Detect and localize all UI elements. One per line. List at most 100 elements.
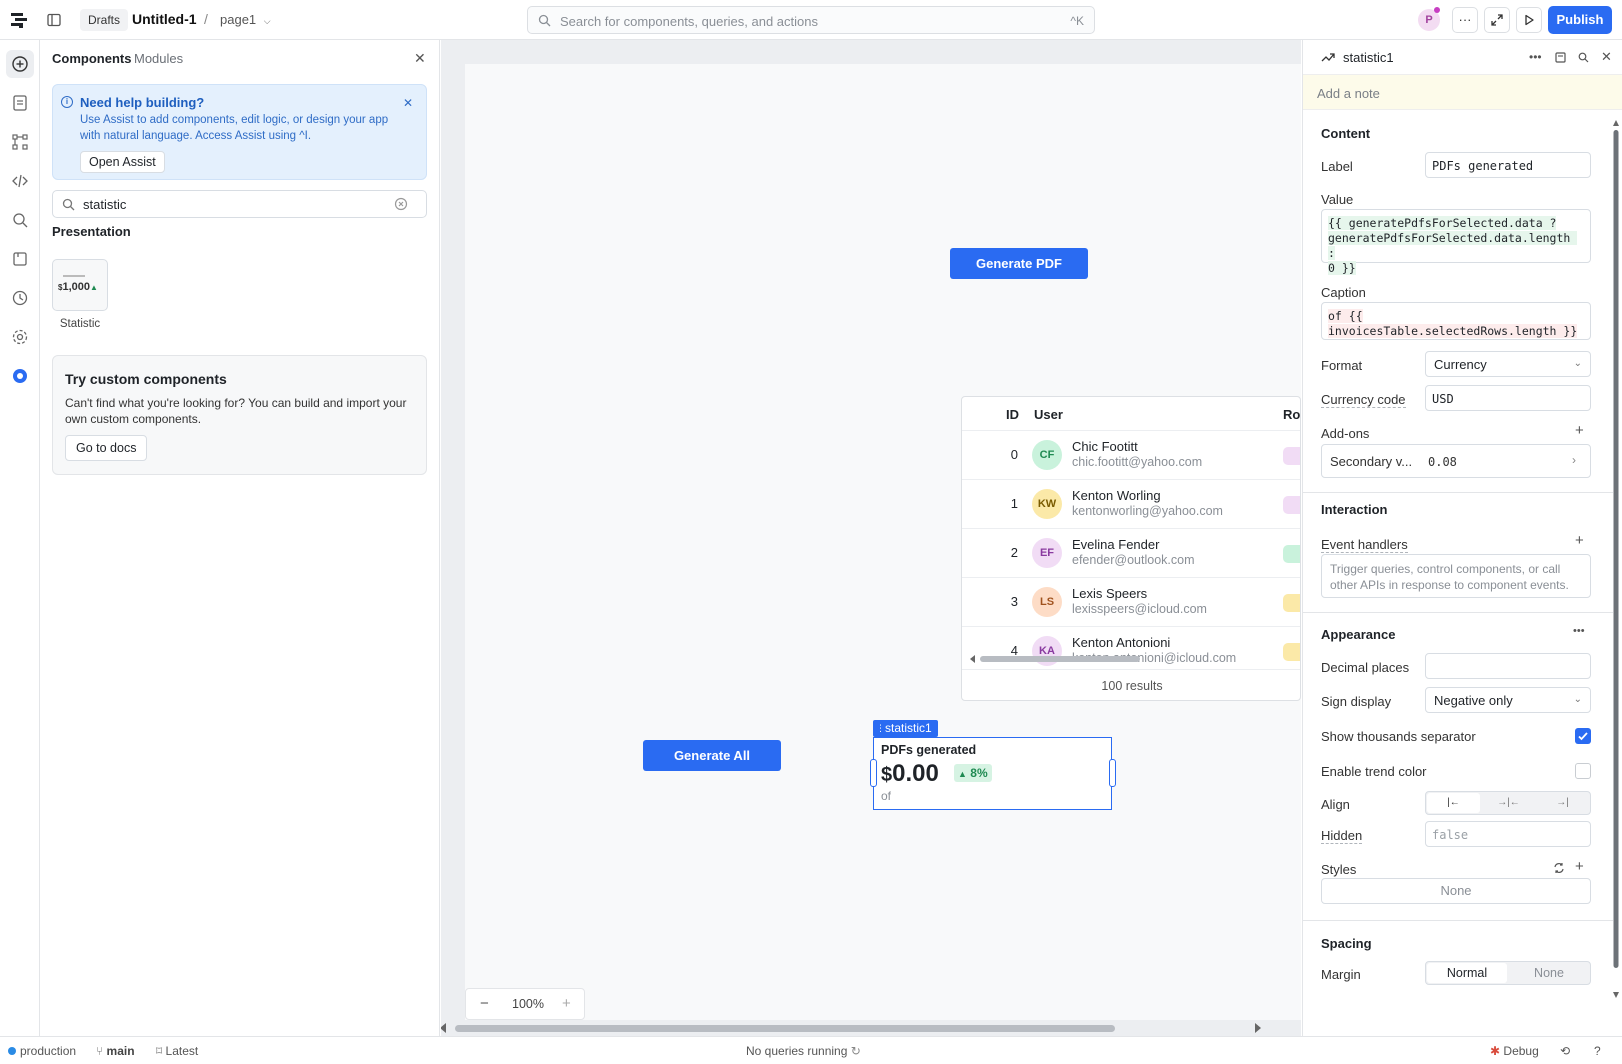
preview-button[interactable]	[1516, 7, 1542, 33]
sign-display-select[interactable]: Negative only ⌄	[1425, 687, 1591, 713]
pages-icon[interactable]	[10, 93, 30, 113]
note-field[interactable]: Add a note	[1303, 74, 1622, 110]
invoices-table[interactable]: ID User Rol 0 CF Chic Footittchic.footitt@…	[961, 396, 1301, 701]
margin-segmented-control: Normal None	[1425, 961, 1591, 985]
statistic-component-tile[interactable]: $1,000▲	[52, 259, 108, 311]
component-name[interactable]: statistic1	[1343, 50, 1394, 65]
decimal-places-input[interactable]	[1425, 653, 1591, 679]
statistic-component[interactable]: PDFs generated $0.00 ▲ 8% of	[873, 737, 1112, 810]
table-row[interactable]: 3 LS Lexis Speers lexisspeers@icloud.com	[962, 577, 1300, 626]
add-event-handler-icon[interactable]: +	[1575, 532, 1584, 549]
statistic-value: $0.00	[881, 760, 939, 788]
history-icon[interactable]	[10, 288, 30, 308]
hidden-input[interactable]: false	[1425, 821, 1591, 847]
zoom-level[interactable]: 100%	[512, 997, 544, 1011]
event-handlers-empty[interactable]: Trigger queries, control components, or …	[1321, 554, 1591, 598]
tree-icon[interactable]	[10, 132, 30, 152]
tab-modules[interactable]: Modules	[134, 51, 183, 66]
table-row[interactable]: 1 KW Kenton Worling kentonworling@yahoo.com	[962, 479, 1300, 528]
table-row[interactable]: 0 CF Chic Footitt chic.footitt@yahoo.com	[962, 430, 1300, 479]
margin-none-button[interactable]: None	[1508, 963, 1590, 983]
zoom-in-button[interactable]: +	[562, 995, 571, 1012]
sign-display-value: Negative only	[1434, 693, 1513, 708]
column-header-id[interactable]: ID	[1006, 407, 1019, 422]
section-appearance[interactable]: Appearance	[1321, 627, 1395, 642]
sidebar-toggle-icon[interactable]	[47, 13, 61, 27]
column-header-role[interactable]: Rol	[1283, 407, 1300, 422]
search-icon[interactable]	[1578, 52, 1589, 63]
docs-icon[interactable]	[1555, 52, 1566, 63]
state-icon[interactable]	[10, 249, 30, 269]
debug-label: Debug	[1503, 1044, 1539, 1058]
help-icon[interactable]: ?	[1594, 1044, 1601, 1058]
margin-normal-button[interactable]: Normal	[1427, 963, 1507, 983]
format-select[interactable]: Currency ⌄	[1425, 351, 1591, 377]
add-addon-icon[interactable]: +	[1575, 422, 1584, 439]
page-selector[interactable]: page1 ⌵	[220, 12, 271, 27]
table-row[interactable]: 2 EF Evelina Fender efender@outlook.com	[962, 528, 1300, 577]
label-label: Label	[1321, 159, 1353, 174]
history-icon[interactable]: ⟲	[1560, 1044, 1570, 1058]
caption-code-input[interactable]: of {{ invoicesTable.selectedRows.length …	[1321, 302, 1591, 340]
generate-all-button[interactable]: Generate All	[643, 740, 781, 771]
add-component-icon[interactable]	[10, 54, 30, 74]
global-search-input[interactable]: Search for components, queries, and acti…	[527, 6, 1095, 34]
retool-logo-icon[interactable]	[10, 10, 30, 30]
custom-title: Try custom components	[65, 371, 227, 387]
reset-icon[interactable]	[1553, 862, 1565, 874]
environment-switcher[interactable]: production	[8, 1044, 76, 1058]
app-canvas[interactable]: Generate PDF Generate All ID User Rol 0C…	[441, 40, 1301, 1036]
section-content[interactable]: Content	[1321, 126, 1370, 141]
drafts-folder[interactable]: Drafts	[80, 9, 129, 31]
generate-pdf-button[interactable]: Generate PDF	[950, 248, 1088, 279]
resize-handle-left[interactable]	[870, 759, 877, 787]
more-icon[interactable]: •••	[1529, 50, 1542, 64]
align-right-button[interactable]: →|	[1536, 793, 1589, 813]
inspector-scrollbar[interactable]	[1613, 120, 1619, 1000]
close-panel-icon[interactable]: ✕	[414, 50, 426, 67]
value-code-input[interactable]: {{ generatePdfsForSelected.data ? genera…	[1321, 209, 1591, 275]
app-title[interactable]: Untitled-1	[132, 11, 197, 27]
queries-status[interactable]: No queries running ↻	[746, 1044, 861, 1058]
resize-handle-right[interactable]	[1109, 759, 1116, 787]
version-selector[interactable]: ⌑ Latest	[156, 1044, 198, 1058]
section-spacing[interactable]: Spacing	[1321, 936, 1372, 951]
clear-search-icon[interactable]	[394, 197, 408, 211]
zoom-out-button[interactable]: −	[480, 995, 489, 1012]
table-horizontal-scrollbar[interactable]	[970, 654, 1290, 664]
expand-button[interactable]	[1484, 7, 1510, 33]
align-center-button[interactable]: →|←	[1482, 793, 1535, 813]
close-icon[interactable]: ✕	[1601, 49, 1612, 65]
code-icon[interactable]	[10, 171, 30, 191]
open-assist-button[interactable]: Open Assist	[80, 151, 165, 173]
more-menu-button[interactable]: ···	[1452, 7, 1478, 33]
search-icon[interactable]	[10, 210, 30, 230]
theme-icon[interactable]	[10, 366, 30, 386]
debug-button[interactable]: ✱ Debug	[1490, 1044, 1539, 1058]
align-left-button[interactable]: |←	[1427, 793, 1480, 813]
table-row[interactable]: 4 KA Kenton Antonioni kenton.antonioni@iclo…	[962, 626, 1300, 675]
more-icon[interactable]: •••	[1573, 625, 1585, 637]
trend-color-checkbox[interactable]	[1575, 763, 1591, 779]
close-help-icon[interactable]: ✕	[403, 96, 413, 110]
add-style-icon[interactable]: +	[1575, 858, 1584, 875]
currency-code-input[interactable]: USD	[1425, 385, 1591, 411]
thousands-separator-checkbox[interactable]	[1575, 728, 1591, 744]
section-interaction[interactable]: Interaction	[1321, 502, 1387, 517]
go-to-docs-button[interactable]: Go to docs	[65, 435, 148, 461]
branch-switcher[interactable]: ⑂ main	[96, 1044, 135, 1058]
canvas-horizontal-scrollbar[interactable]	[441, 1020, 1301, 1036]
styles-none[interactable]: None	[1321, 878, 1591, 904]
trend-up-icon: ▲	[89, 283, 98, 292]
publish-button[interactable]: Publish	[1548, 6, 1612, 34]
component-tag[interactable]: ⋮ statistic1	[873, 720, 938, 737]
column-header-user[interactable]: User	[1034, 407, 1063, 422]
component-search-input[interactable]: statistic	[52, 190, 427, 218]
tab-components[interactable]: Components	[52, 51, 131, 66]
settings-gear-icon[interactable]	[10, 327, 30, 347]
play-icon	[1525, 14, 1534, 26]
trend-color-label: Enable trend color	[1321, 764, 1427, 779]
tile-preview-value: $1,000▲	[58, 281, 98, 293]
secondary-value-addon[interactable]: Secondary v... 0.08 ›	[1321, 444, 1591, 478]
label-input[interactable]: PDFs generated	[1425, 152, 1591, 178]
